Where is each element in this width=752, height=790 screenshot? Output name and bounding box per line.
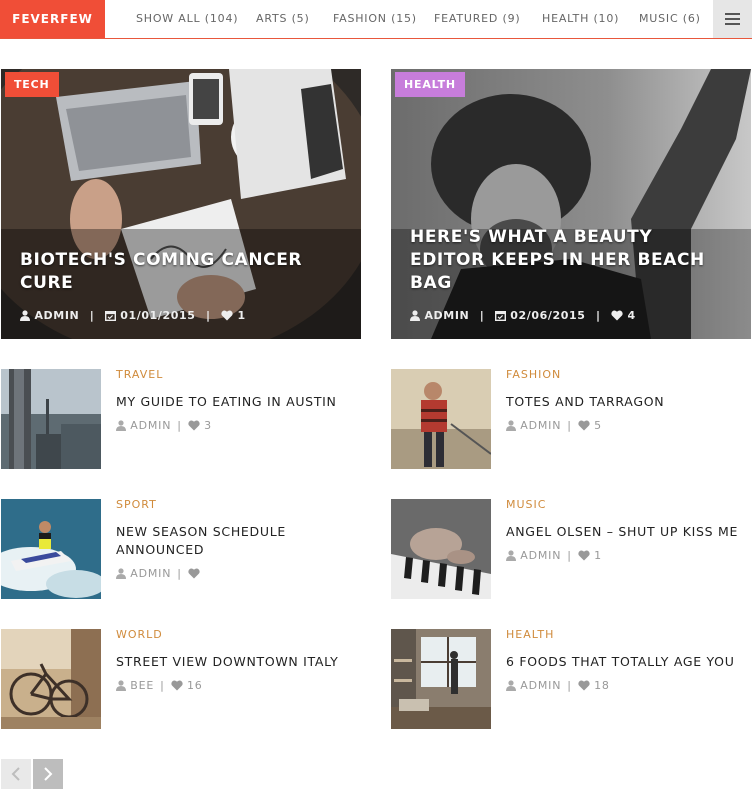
- post-title[interactable]: BIOTECH'S COMING CANCER CURE: [20, 249, 343, 295]
- post-item: SPORT NEW SEASON SCHEDULE ANNOUNCED ADMI…: [1, 498, 362, 599]
- post-item: TRAVEL MY GUIDE TO EATING IN AUSTIN ADMI…: [1, 368, 362, 469]
- featured-image-man: [391, 69, 751, 339]
- heart-icon[interactable]: [188, 568, 200, 579]
- post-thumbnail[interactable]: [1, 629, 101, 729]
- post-meta: ADMIN |: [116, 567, 200, 580]
- user-icon: [116, 680, 126, 691]
- post-title[interactable]: ANGEL OLSEN – SHUT UP KISS ME: [506, 523, 746, 541]
- post-title[interactable]: TOTES AND TARRAGON: [506, 393, 746, 411]
- likes-count: 1: [594, 549, 602, 562]
- post-thumbnail[interactable]: [1, 369, 101, 469]
- post-title[interactable]: 6 FOODS THAT TOTALLY AGE YOU: [506, 653, 746, 671]
- calendar-icon: [494, 311, 506, 322]
- likes-count: 1: [237, 309, 246, 322]
- heart-icon[interactable]: [611, 310, 623, 321]
- post-title[interactable]: STREET VIEW DOWNTOWN ITALY: [116, 653, 356, 671]
- post-author[interactable]: ADMIN: [130, 567, 171, 580]
- post-category[interactable]: FASHION: [506, 368, 561, 381]
- heart-icon[interactable]: [578, 420, 590, 431]
- post-author[interactable]: ADMIN: [130, 419, 171, 432]
- user-icon: [506, 550, 516, 561]
- chevron-left-icon: [11, 767, 20, 781]
- brand-logo[interactable]: FEVERFEW: [0, 0, 105, 38]
- category-badge[interactable]: HEALTH: [395, 72, 465, 97]
- post-title[interactable]: HERE'S WHAT A BEAUTY EDITOR KEEPS IN HER…: [410, 226, 733, 295]
- post-author[interactable]: ADMIN: [520, 679, 561, 692]
- post-meta: ADMIN | 5: [506, 419, 602, 432]
- heart-icon[interactable]: [221, 310, 233, 321]
- piano-hands-image: [391, 499, 491, 599]
- interior-room-image: [391, 629, 491, 729]
- featured-image-desk: [1, 69, 361, 339]
- user-icon: [116, 568, 126, 579]
- heart-icon[interactable]: [578, 550, 590, 561]
- tab-fashion[interactable]: FASHION (15): [333, 0, 417, 38]
- heart-icon[interactable]: [171, 680, 183, 691]
- post-title[interactable]: NEW SEASON SCHEDULE ANNOUNCED: [116, 523, 356, 559]
- post-thumbnail[interactable]: [391, 369, 491, 469]
- post-item: FASHION TOTES AND TARRAGON ADMIN | 5: [391, 368, 752, 469]
- post-author[interactable]: ADMIN: [424, 309, 469, 322]
- man-plaid-shirt-image: [391, 369, 491, 469]
- post-item: MUSIC ANGEL OLSEN – SHUT UP KISS ME ADMI…: [391, 498, 752, 599]
- post-date: 01/01/2015: [120, 309, 196, 322]
- tab-health[interactable]: HEALTH (10): [542, 0, 619, 38]
- tab-show-all[interactable]: SHOW ALL (104): [136, 0, 238, 38]
- post-author[interactable]: ADMIN: [520, 419, 561, 432]
- post-meta: ADMIN | 3: [116, 419, 212, 432]
- category-filter-tabs: SHOW ALL (104) ARTS (5) FASHION (15) FEA…: [105, 0, 713, 38]
- tab-arts[interactable]: ARTS (5): [256, 0, 310, 38]
- post-category[interactable]: TRAVEL: [116, 368, 163, 381]
- likes-count: 18: [594, 679, 610, 692]
- calendar-icon: [104, 311, 116, 322]
- post-meta: BEE | 16: [116, 679, 203, 692]
- user-icon: [506, 680, 516, 691]
- top-navigation-bar: FEVERFEW SHOW ALL (104) ARTS (5) FASHION…: [0, 0, 752, 39]
- heart-icon[interactable]: [578, 680, 590, 691]
- post-item: WORLD STREET VIEW DOWNTOWN ITALY BEE | 16: [1, 628, 362, 729]
- user-icon: [506, 420, 516, 431]
- user-icon: [410, 310, 420, 321]
- user-icon: [116, 420, 126, 431]
- post-meta: ADMIN | 18: [506, 679, 610, 692]
- post-category[interactable]: WORLD: [116, 628, 163, 641]
- post-meta: ADMIN | 02/06/2015 | 4: [410, 309, 636, 322]
- post-meta: ADMIN | 01/01/2015 | 1: [20, 309, 246, 322]
- featured-post-card[interactable]: HEALTH HERE'S WHAT A BEAUTY EDITOR KEEPS…: [391, 69, 751, 339]
- bicycle-street-image: [1, 629, 101, 729]
- user-icon: [20, 310, 30, 321]
- post-thumbnail[interactable]: [391, 629, 491, 729]
- post-category[interactable]: MUSIC: [506, 498, 546, 511]
- likes-count: 4: [627, 309, 636, 322]
- post-meta: ADMIN | 1: [506, 549, 602, 562]
- tab-featured[interactable]: FEATURED (9): [434, 0, 520, 38]
- city-skyline-image: [1, 369, 101, 469]
- likes-count: 5: [594, 419, 602, 432]
- jet-ski-image: [1, 499, 101, 599]
- featured-post-card[interactable]: TECH BIOTECH'S COMING CANCER CURE ADMIN …: [1, 69, 361, 339]
- post-item: HEALTH 6 FOODS THAT TOTALLY AGE YOU ADMI…: [391, 628, 752, 729]
- post-author[interactable]: BEE: [130, 679, 154, 692]
- previous-page-button[interactable]: [1, 759, 31, 789]
- post-author[interactable]: ADMIN: [520, 549, 561, 562]
- likes-count: 3: [204, 419, 212, 432]
- category-badge[interactable]: TECH: [5, 72, 59, 97]
- next-page-button[interactable]: [33, 759, 63, 789]
- post-title[interactable]: MY GUIDE TO EATING IN AUSTIN: [116, 393, 356, 411]
- heart-icon[interactable]: [188, 420, 200, 431]
- post-thumbnail[interactable]: [1, 499, 101, 599]
- post-author[interactable]: ADMIN: [34, 309, 79, 322]
- post-thumbnail[interactable]: [391, 499, 491, 599]
- post-category[interactable]: HEALTH: [506, 628, 554, 641]
- hamburger-menu-icon[interactable]: [713, 0, 752, 38]
- tab-music[interactable]: MUSIC (6): [639, 0, 701, 38]
- likes-count: 16: [186, 679, 203, 692]
- post-date: 02/06/2015: [510, 309, 586, 322]
- post-category[interactable]: SPORT: [116, 498, 157, 511]
- chevron-right-icon: [44, 767, 53, 781]
